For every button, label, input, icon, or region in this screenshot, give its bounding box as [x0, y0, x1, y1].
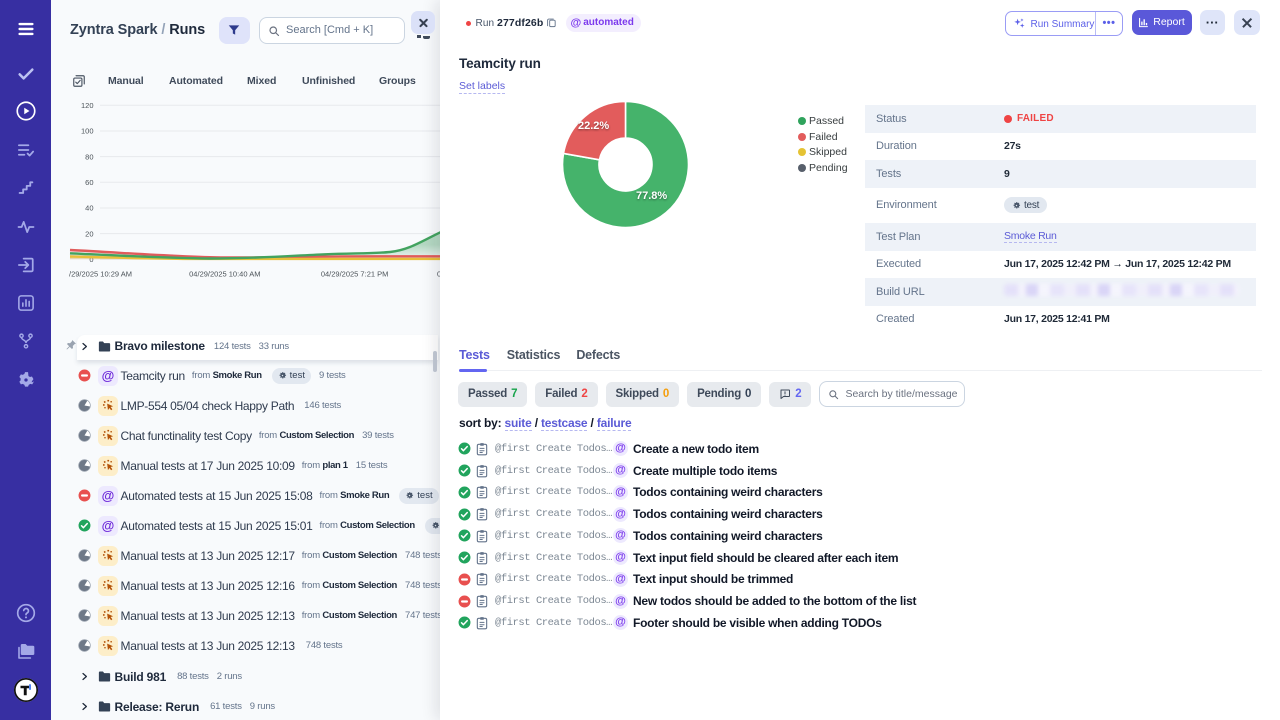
svg-text:40: 40 — [85, 204, 93, 213]
svg-text:20: 20 — [85, 229, 93, 238]
svg-text:120: 120 — [81, 101, 94, 110]
svg-text:04/29/2025 7:21 PM: 04/29/2025 7:21 PM — [321, 270, 389, 279]
svg-text:04/29/2025 10:40 AM: 04/29/2025 10:40 AM — [189, 270, 260, 279]
svg-text:100: 100 — [81, 127, 94, 136]
svg-text:/29/2025 10:29 AM: /29/2025 10:29 AM — [69, 270, 132, 279]
svg-text:80: 80 — [85, 152, 93, 161]
svg-text:60: 60 — [85, 178, 93, 187]
